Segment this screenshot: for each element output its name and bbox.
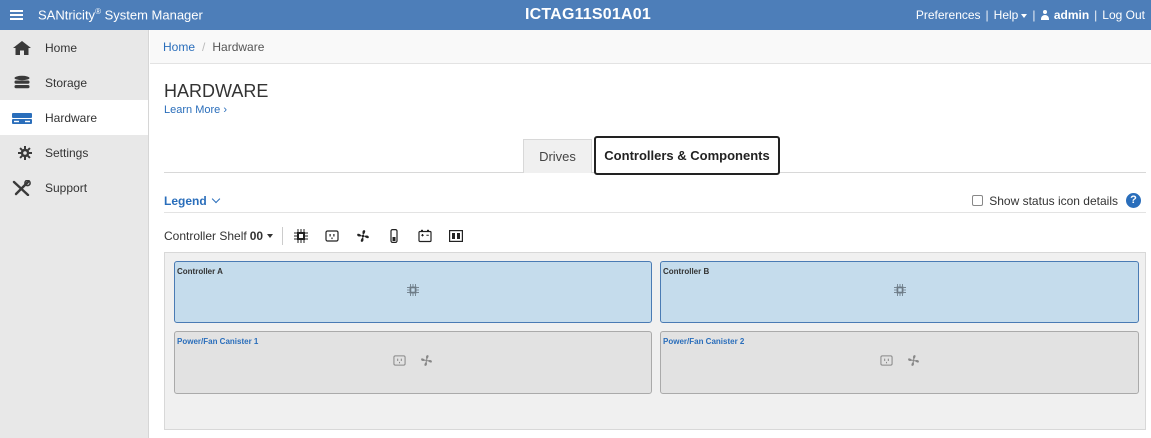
chevron-down-icon: [211, 194, 220, 204]
breadcrumb-separator: /: [202, 40, 206, 54]
chip-icon[interactable]: [294, 229, 309, 243]
sidebar-item-label: Storage: [45, 75, 88, 90]
power-fan-canister-1[interactable]: Power/Fan Canister 1: [174, 331, 652, 394]
fan-icon: [420, 354, 433, 370]
legend-toggle[interactable]: Legend: [164, 194, 220, 208]
sidebar-item-hardware[interactable]: Hardware: [0, 100, 148, 135]
component-label: Power/Fan Canister 2: [663, 337, 745, 346]
controller-b[interactable]: Controller B: [660, 261, 1139, 323]
hardware-icon: [11, 110, 33, 126]
battery-icon[interactable]: [418, 229, 432, 243]
sidebar-item-label: Home: [45, 40, 78, 55]
component-label: Power/Fan Canister 1: [177, 337, 259, 346]
user-icon: [1040, 10, 1050, 20]
preferences-link[interactable]: Preferences: [916, 0, 981, 30]
controller-a[interactable]: Controller A: [174, 261, 652, 323]
tab-controllers-components[interactable]: Controllers & Components: [594, 136, 780, 175]
controller-shelf: Controller A Controller B Power/Fan Cani…: [164, 252, 1146, 430]
shelf-toolbar: Controller Shelf 00: [164, 227, 480, 245]
power-supply-icon: [879, 354, 893, 370]
separator: |: [1032, 8, 1036, 22]
fan-icon: [907, 354, 920, 370]
top-bar: SANtricity® System Manager ICTAG11S01A01…: [0, 0, 1151, 30]
status-details-label: Show status icon details: [989, 193, 1118, 208]
separator: |: [985, 8, 989, 22]
tools-icon: [11, 179, 33, 196]
top-links: Preferences | Help | admin | Log Out: [916, 0, 1145, 30]
sidebar-item-label: Settings: [45, 145, 89, 160]
page-title: HARDWARE: [164, 81, 269, 101]
user-menu[interactable]: admin: [1040, 0, 1089, 30]
sidebar-item-label: Hardware: [45, 110, 98, 125]
shelf-selector[interactable]: Controller Shelf 00: [164, 229, 274, 243]
divider: [164, 212, 1146, 213]
storage-icon: [11, 75, 33, 91]
logout-link[interactable]: Log Out: [1102, 0, 1145, 30]
gear-icon: [11, 145, 33, 161]
home-icon: [11, 40, 33, 56]
component-label: Controller B: [663, 267, 710, 276]
power-supply-icon[interactable]: [325, 229, 339, 243]
learn-more-link[interactable]: Learn More ›: [164, 104, 227, 116]
main-content: Home / Hardware HARDWARE Learn More › Driv…: [150, 30, 1151, 438]
status-icon-details: Show status icon details ?: [972, 193, 1141, 208]
help-icon[interactable]: ?: [1126, 193, 1141, 208]
sidebar: Home Storage Hardware Settings Support: [0, 30, 149, 438]
menu-icon[interactable]: [0, 0, 32, 30]
breadcrumb: Home / Hardware: [150, 30, 1151, 64]
sfp-icon[interactable]: [449, 229, 464, 243]
sidebar-item-storage[interactable]: Storage: [0, 65, 148, 100]
power-fan-canister-2[interactable]: Power/Fan Canister 2: [660, 331, 1139, 394]
caret-down-icon: [1021, 13, 1028, 18]
chevron-right-icon: ›: [223, 104, 227, 116]
component-label: Controller A: [177, 267, 223, 276]
chip-icon: [893, 284, 906, 299]
sidebar-item-label: Support: [45, 180, 88, 195]
toolbar-separator: [282, 227, 284, 245]
separator: |: [1094, 8, 1098, 22]
caret-down-icon: [267, 234, 274, 238]
app-title: SANtricity® System Manager: [38, 7, 203, 23]
breadcrumb-current: Hardware: [212, 40, 265, 54]
power-supply-icon: [393, 354, 406, 370]
sidebar-item-support[interactable]: Support: [0, 170, 148, 205]
breadcrumb-home[interactable]: Home: [163, 40, 195, 54]
sidebar-item-home[interactable]: Home: [0, 30, 148, 65]
sidebar-item-settings[interactable]: Settings: [0, 135, 148, 170]
status-details-checkbox[interactable]: [972, 195, 984, 206]
fan-icon[interactable]: [356, 229, 370, 243]
chip-icon: [407, 284, 419, 299]
temperature-sensor-icon[interactable]: [387, 229, 401, 243]
tab-drives[interactable]: Drives: [523, 139, 592, 173]
system-name: ICTAG11S01A01: [525, 6, 651, 23]
help-menu[interactable]: Help: [994, 0, 1028, 30]
